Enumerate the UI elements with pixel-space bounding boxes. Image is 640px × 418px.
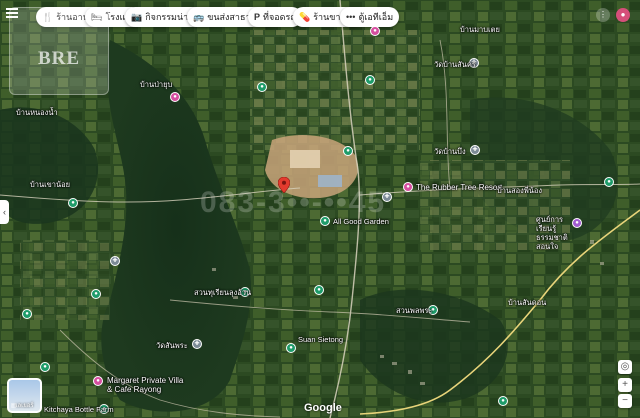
layers-button[interactable]: ▤ เลเยอร์ — [7, 378, 42, 413]
place-pin-suan-sietong[interactable]: ● — [286, 343, 296, 353]
place-pin-wat-1[interactable]: ✚ — [470, 145, 480, 155]
parking-icon: P — [254, 12, 261, 22]
area-label: บ้านหนองน้ำ — [16, 108, 58, 117]
chip-atm[interactable]: ••• ตู้เอทีเอ็ม — [340, 7, 400, 27]
place-pin[interactable]: ● — [91, 289, 101, 299]
place-pin[interactable]: ✚ — [382, 192, 392, 202]
place-pin-all-good-garden[interactable]: ● — [320, 216, 330, 226]
area-label: บ้านเขาน้อย — [30, 180, 71, 189]
place-pin[interactable]: ● — [22, 309, 32, 319]
zoom-out-button[interactable]: − — [618, 394, 632, 408]
place-pin[interactable]: ● — [498, 396, 508, 406]
transit-icon: 🚌 — [193, 11, 205, 22]
minus-icon: − — [622, 395, 628, 406]
layers-label: เลเยอร์ — [15, 403, 34, 409]
place-label-margaret-villa[interactable]: Margaret Private Villa & Cafe Rayong — [107, 376, 187, 394]
more-icon: ••• — [346, 12, 356, 22]
zoom-in-button[interactable]: + — [618, 378, 632, 392]
place-pin-rubber-tree[interactable]: ● — [403, 182, 413, 192]
watermark-logo: BRE — [9, 7, 109, 95]
pharmacy-icon: 💊 — [299, 11, 311, 22]
area-label: บ้านป่ายุบ — [140, 80, 173, 89]
locate-icon: ◎ — [620, 361, 630, 372]
place-pin[interactable]: ● — [604, 177, 614, 187]
place-pin[interactable]: ● — [170, 92, 180, 102]
area-label: บ้านสองพี่น้อง — [497, 186, 543, 195]
google-logo: Google — [304, 402, 342, 414]
area-label: บ้านมาบเตย — [460, 25, 500, 34]
place-pin[interactable]: ● — [370, 26, 380, 36]
place-pin[interactable]: ● — [257, 82, 267, 92]
place-pin[interactable]: ● — [68, 198, 78, 208]
plus-icon: + — [622, 379, 628, 390]
place-label-all-good-garden[interactable]: All Good Garden — [333, 217, 389, 226]
place-label-rubber-tree[interactable]: The Rubber Tree Resort — [416, 183, 502, 192]
area-label: บ้านสันดอน — [508, 298, 547, 307]
place-label-wat-2[interactable]: วัดสันพระ — [156, 341, 188, 350]
place-label-wat-3[interactable]: วัดบ้านสันคร — [434, 60, 476, 69]
place-label-durian-farm[interactable]: สวนทุเรียนลุงอ้วน — [194, 288, 251, 297]
place-pin[interactable]: ● — [343, 146, 353, 156]
place-pin-wat-2[interactable]: ✚ — [192, 339, 202, 349]
place-label-suan-polpra[interactable]: สวนพลพระ — [396, 306, 432, 315]
side-panel-toggle[interactable]: ‹ — [0, 200, 9, 224]
place-label-suan-sietong[interactable]: Suan Sietong — [298, 335, 343, 344]
place-pin-margaret-villa[interactable]: ● — [93, 376, 103, 386]
place-label-kitchaya[interactable]: Kitchaya Bottle Farm — [44, 405, 114, 414]
place-label-learning-center[interactable]: ศูนย์การเรียนรู้ ธรรมชาติสอนใจ — [536, 215, 576, 251]
account-avatar[interactable]: ● — [616, 8, 630, 22]
camera-icon: 📷 — [131, 11, 143, 22]
my-location-button[interactable]: ◎ — [618, 360, 632, 374]
place-pin[interactable]: ● — [40, 362, 50, 372]
place-label-wat-1[interactable]: วัดบ้านบึง — [434, 147, 466, 156]
place-pin[interactable]: ✚ — [110, 256, 120, 266]
logo-text: BRE — [37, 48, 81, 69]
watermark-phone: 083-3••-••45 — [200, 186, 387, 219]
place-pin[interactable]: ● — [314, 285, 324, 295]
selected-location-pin[interactable] — [278, 177, 290, 193]
apps-grid-icon[interactable]: ⋮ — [596, 8, 610, 22]
place-pin[interactable]: ● — [365, 75, 375, 85]
